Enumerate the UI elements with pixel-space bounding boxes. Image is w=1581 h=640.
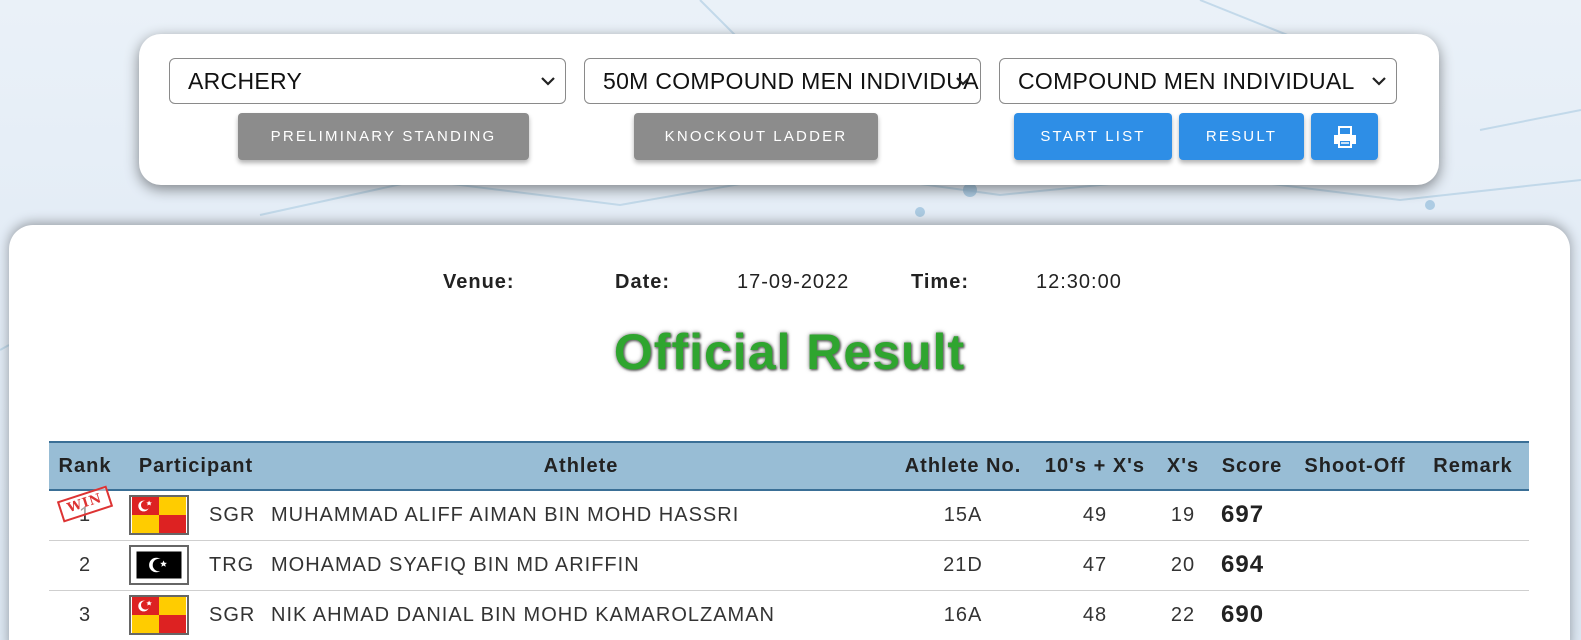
result-panel: Venue: Date: 17-09-2022 Time: 12:30:00 O… bbox=[9, 225, 1570, 640]
xs-value: 19 bbox=[1155, 490, 1211, 541]
table-row[interactable]: 3 SGR NIK AHMAD DANIAL BIN MOHD KAMAROLZ… bbox=[49, 590, 1529, 640]
printer-icon bbox=[1333, 125, 1356, 148]
tens-xs-value: 49 bbox=[1035, 490, 1155, 541]
state-code: TRG bbox=[209, 553, 255, 576]
result-button[interactable]: RESULT bbox=[1179, 113, 1304, 160]
rank-value: 3 bbox=[49, 590, 121, 640]
participant-cell: TRG bbox=[121, 540, 271, 591]
score-value: 690 bbox=[1211, 590, 1293, 640]
tens-xs-value: 48 bbox=[1035, 590, 1155, 640]
state-code: SGR bbox=[209, 503, 256, 526]
remark-value bbox=[1417, 540, 1529, 591]
table-header-row: Rank Participant Athlete Athlete No. 10'… bbox=[49, 441, 1529, 491]
athlete-no: 16A bbox=[891, 590, 1035, 640]
shoot-off-value bbox=[1293, 540, 1417, 591]
date-value: 17-09-2022 bbox=[737, 271, 850, 293]
table-row[interactable]: WIN 1 SGR MUHAMMAD ALIFF AIMAN BIN bbox=[49, 485, 1529, 541]
table-row[interactable]: 2 TRG MOHAMAD SYAFIQ BIN MD ARIFFIN 21D bbox=[49, 540, 1529, 591]
category-select[interactable]: COMPOUND MEN INDIVIDUAL bbox=[999, 58, 1397, 104]
event-select[interactable]: 50M COMPOUND MEN INDIVIDUAL bbox=[584, 58, 981, 104]
knockout-ladder-button[interactable]: KNOCKOUT LADDER bbox=[634, 113, 878, 160]
athlete-no: 21D bbox=[891, 540, 1035, 591]
header-participant[interactable]: Participant bbox=[121, 441, 271, 491]
venue-label: Venue: bbox=[443, 271, 515, 293]
athlete-no: 15A bbox=[891, 490, 1035, 541]
remark-value bbox=[1417, 490, 1529, 541]
time-label: Time: bbox=[911, 271, 969, 293]
participant-cell: SGR bbox=[121, 490, 271, 541]
athlete-name: MUHAMMAD ALIFF AIMAN BIN MOHD HASSRI bbox=[271, 490, 891, 541]
rank-cell: WIN 1 bbox=[49, 485, 121, 541]
score-value: 697 bbox=[1211, 490, 1293, 541]
filter-panel: ARCHERY 50M COMPOUND MEN INDIVIDUAL COMP… bbox=[139, 34, 1439, 185]
results-table: Rank Participant Athlete Athlete No. 10'… bbox=[49, 441, 1529, 640]
sport-select[interactable]: ARCHERY bbox=[169, 58, 566, 104]
shoot-off-value bbox=[1293, 590, 1417, 640]
chevron-down-icon bbox=[1372, 77, 1386, 86]
page-title: Official Result bbox=[613, 324, 966, 380]
header-athlete[interactable]: Athlete bbox=[271, 441, 891, 491]
sport-select-value: ARCHERY bbox=[188, 68, 303, 94]
header-score[interactable]: Score bbox=[1211, 441, 1293, 491]
header-tens-xs[interactable]: 10's + X's bbox=[1035, 441, 1155, 491]
header-athlete-no[interactable]: Athlete No. bbox=[891, 441, 1035, 491]
category-select-value: COMPOUND MEN INDIVIDUAL bbox=[1018, 68, 1355, 94]
event-select-value: 50M COMPOUND MEN INDIVIDUAL bbox=[603, 68, 981, 94]
athlete-name: MOHAMAD SYAFIQ BIN MD ARIFFIN bbox=[271, 540, 891, 591]
terengganu-flag-icon bbox=[129, 545, 189, 585]
header-xs[interactable]: X's bbox=[1155, 441, 1211, 491]
chevron-down-icon bbox=[541, 77, 555, 86]
rank-value: 2 bbox=[49, 540, 121, 591]
date-label: Date: bbox=[615, 271, 671, 293]
athlete-name: NIK AHMAD DANIAL BIN MOHD KAMAROLZAMAN bbox=[271, 590, 891, 640]
print-button[interactable] bbox=[1311, 113, 1378, 160]
xs-value: 22 bbox=[1155, 590, 1211, 640]
shoot-off-value bbox=[1293, 490, 1417, 541]
start-list-button[interactable]: START LIST bbox=[1014, 113, 1172, 160]
tens-xs-value: 47 bbox=[1035, 540, 1155, 591]
state-code: SGR bbox=[209, 603, 256, 626]
header-shoot-off[interactable]: Shoot-Off bbox=[1293, 441, 1417, 491]
chevron-down-icon bbox=[956, 77, 970, 86]
xs-value: 20 bbox=[1155, 540, 1211, 591]
preliminary-standing-button[interactable]: PRELIMINARY STANDING bbox=[238, 113, 529, 160]
header-remark[interactable]: Remark bbox=[1417, 441, 1529, 491]
remark-value bbox=[1417, 590, 1529, 640]
selangor-flag-icon bbox=[129, 595, 189, 635]
participant-cell: SGR bbox=[121, 590, 271, 640]
time-value: 12:30:00 bbox=[1036, 271, 1122, 293]
selangor-flag-icon bbox=[129, 495, 189, 536]
score-value: 694 bbox=[1211, 540, 1293, 591]
header-rank[interactable]: Rank bbox=[49, 441, 121, 491]
